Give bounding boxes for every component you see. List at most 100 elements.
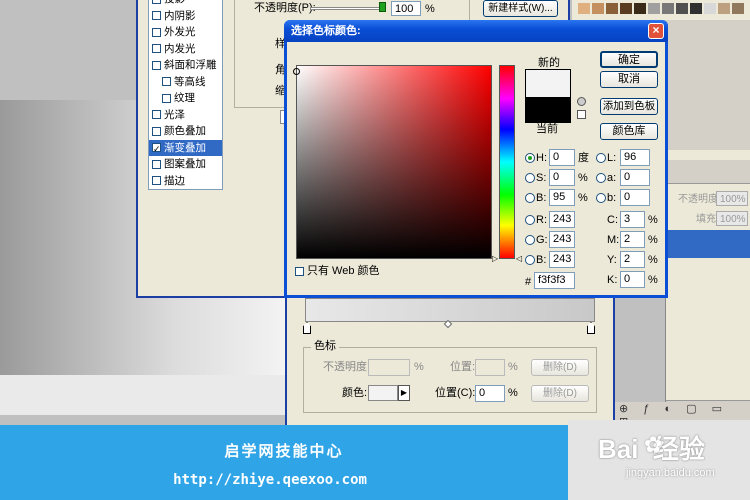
style-list-item[interactable]: 外发光 (149, 24, 222, 41)
lab-b-label: b: (607, 192, 617, 204)
style-list-item[interactable]: 颜色叠加 (149, 123, 222, 140)
style-checkbox[interactable] (152, 110, 161, 120)
lab-b-field[interactable]: 0 (620, 189, 650, 206)
stop-color-swatch[interactable] (368, 385, 398, 401)
m-field[interactable]: 2 (620, 231, 645, 248)
style-item-label: 渐变叠加 (164, 141, 206, 154)
close-icon[interactable]: × (648, 23, 664, 39)
delete-opacity-stop-button[interactable]: 删除(D) (531, 359, 589, 376)
style-list-item[interactable]: 内阴影 (149, 8, 222, 25)
layer-opacity-field[interactable]: 100% (716, 191, 748, 206)
opacity-slider-track[interactable] (310, 7, 386, 10)
current-color-preview[interactable] (525, 97, 571, 123)
style-list-item[interactable]: 图案叠加 (149, 156, 222, 173)
web-safe-cube-icon[interactable] (577, 110, 586, 119)
g-field[interactable]: 243 (549, 231, 575, 248)
hue-slider-left-arrow[interactable]: ▷ (492, 254, 498, 263)
a-field[interactable]: 0 (620, 169, 650, 186)
layer-fill-field[interactable]: 100% (716, 211, 748, 226)
hue-slider-right-arrow[interactable]: ◁ (516, 254, 522, 263)
m-unit: % (648, 234, 658, 246)
add-to-swatches-button[interactable]: 添加到色板 (600, 98, 658, 115)
hex-field[interactable]: f3f3f3 (534, 272, 575, 289)
opacity-unit: % (425, 3, 435, 15)
color-field-marker[interactable] (293, 68, 300, 75)
style-checkbox[interactable] (152, 159, 161, 169)
style-list-item[interactable]: 内发光 (149, 41, 222, 58)
c-field[interactable]: 3 (620, 211, 645, 228)
swatch[interactable] (634, 3, 646, 14)
opacity-field[interactable]: 100 (391, 1, 421, 16)
style-checkbox[interactable] (152, 141, 161, 157)
stop-color-position-field[interactable]: 0 (475, 385, 505, 402)
opacity-slider-thumb[interactable] (379, 2, 386, 12)
style-list-item[interactable]: 斜面和浮雕 (149, 57, 222, 74)
l-field[interactable]: 96 (620, 149, 650, 166)
swatch[interactable] (592, 3, 604, 14)
baidu-watermark-url: jingyan.baidu.com (626, 467, 715, 479)
r-field[interactable]: 243 (549, 211, 575, 228)
gradient-editor-dialog: 色标 不透明度: % 位置: % 删除(D) 颜色: ▶ 位置(C): 0 % … (285, 292, 615, 427)
swatch[interactable] (690, 3, 702, 14)
radio-lab-b[interactable] (596, 193, 606, 203)
s-field[interactable]: 0 (549, 169, 575, 186)
gradient-stop-right[interactable] (587, 322, 595, 334)
style-checkbox[interactable] (152, 60, 161, 70)
swatches-panel (572, 0, 750, 20)
gradient-bar[interactable] (305, 298, 595, 322)
web-colors-only-checkbox[interactable] (295, 266, 304, 276)
k-field[interactable]: 0 (620, 271, 645, 288)
style-checkbox[interactable] (152, 44, 161, 54)
radio-g[interactable] (525, 235, 535, 245)
radio-h[interactable] (525, 153, 535, 163)
style-checkbox[interactable] (162, 77, 171, 87)
cancel-button[interactable]: 取消 (600, 71, 658, 88)
radio-l[interactable] (596, 153, 606, 163)
selected-layer-row[interactable] (666, 230, 750, 258)
radio-blue[interactable] (525, 255, 535, 265)
ok-button[interactable]: 确定 (600, 51, 658, 68)
style-checkbox[interactable] (152, 176, 161, 186)
style-checkbox[interactable] (152, 126, 161, 136)
hue-slider[interactable] (499, 65, 515, 259)
style-list-item[interactable]: 描边 (149, 173, 222, 190)
style-checkbox[interactable] (152, 11, 161, 21)
new-style-button[interactable]: 新建样式(W)... (483, 0, 558, 17)
stop-color-arrow-button[interactable]: ▶ (398, 385, 410, 401)
delete-color-stop-button[interactable]: 删除(D) (531, 385, 589, 402)
style-item-label: 描边 (164, 174, 185, 187)
style-list-item[interactable]: 渐变叠加 (149, 139, 222, 157)
swatch[interactable] (676, 3, 688, 14)
style-list-item[interactable]: 投影 (149, 0, 222, 8)
swatch[interactable] (732, 3, 744, 14)
swatch[interactable] (620, 3, 632, 14)
swatch[interactable] (718, 3, 730, 14)
stop-color-position-label: 位置(C): (435, 387, 476, 399)
gamut-warning-icon[interactable] (577, 97, 586, 106)
web-colors-only-option[interactable]: 只有 Web 颜色 (295, 265, 380, 278)
swatch[interactable] (662, 3, 674, 14)
style-checkbox[interactable] (162, 93, 171, 103)
swatch[interactable] (606, 3, 618, 14)
style-list-item[interactable]: 光泽 (149, 107, 222, 124)
stop-opacity-field[interactable] (368, 359, 410, 376)
y-field[interactable]: 2 (620, 251, 645, 268)
blue-field[interactable]: 243 (549, 251, 575, 268)
h-field[interactable]: 0 (549, 149, 575, 166)
b-field[interactable]: 95 (549, 189, 575, 206)
radio-r[interactable] (525, 215, 535, 225)
gradient-stop-left[interactable] (303, 322, 311, 334)
stop-position-field[interactable] (475, 359, 505, 376)
radio-b[interactable] (525, 193, 535, 203)
style-list-item[interactable]: 等高线 (149, 74, 222, 91)
swatch[interactable] (578, 3, 590, 14)
color-field[interactable] (296, 65, 492, 259)
swatch[interactable] (648, 3, 660, 14)
swatch[interactable] (704, 3, 716, 14)
style-list-item[interactable]: 纹理 (149, 90, 222, 107)
style-checkbox[interactable] (152, 27, 161, 37)
style-checkbox[interactable] (152, 0, 161, 4)
color-libraries-button[interactable]: 颜色库 (600, 123, 658, 140)
radio-s[interactable] (525, 173, 535, 183)
radio-a[interactable] (596, 173, 606, 183)
